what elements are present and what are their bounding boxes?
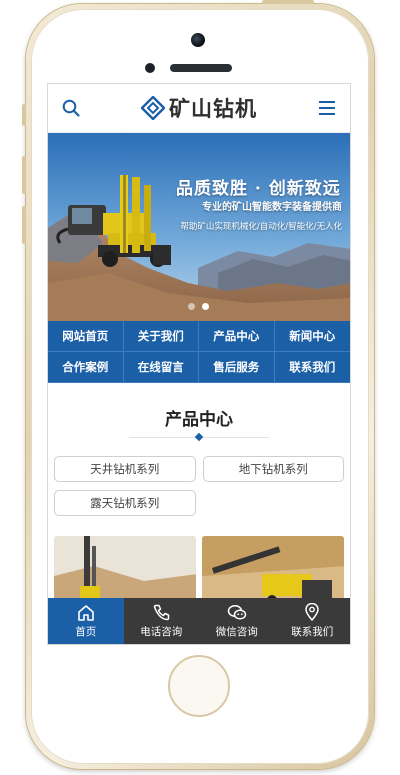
tab-home[interactable]: 首页 [48, 598, 124, 644]
bottom-tab-bar: 首页 电话咨询 微信咨询 联系我们 [48, 598, 350, 644]
section-divider [129, 432, 269, 442]
product-image [202, 536, 344, 606]
hero-banner[interactable]: 品质致胜 · 创新致远 专业的矿山智能数字装备提供商 帮助矿山实现机械化/自动化… [48, 133, 350, 321]
tab-label: 联系我们 [291, 626, 334, 638]
banner-tagline: 品质致胜 · 创新致远 [176, 179, 341, 199]
nav-item-home[interactable]: 网站首页 [48, 321, 124, 352]
category-underground[interactable]: 地下钻机系列 [202, 456, 344, 482]
product-card[interactable] [202, 536, 344, 606]
nav-item-cases[interactable]: 合作案例 [48, 352, 124, 383]
phone-screen: 矿山钻机 品质致胜 · 创新致远 专业的矿山智能数字装备提供商 帮助矿山实现机械… [47, 83, 351, 645]
product-image [54, 536, 196, 606]
logo-mark-icon [141, 96, 165, 120]
volume-down-button [22, 206, 26, 244]
section-title: 产品中心 [165, 410, 233, 430]
phone-icon [153, 604, 169, 620]
home-button[interactable] [168, 655, 230, 717]
volume-up-button [22, 156, 26, 194]
tab-contact[interactable]: 联系我们 [275, 598, 351, 644]
mute-switch [22, 104, 26, 126]
carousel-dots [188, 303, 209, 310]
tab-wechat[interactable]: 微信咨询 [199, 598, 275, 644]
home-icon [77, 604, 94, 621]
hamburger-menu-icon[interactable] [316, 97, 338, 119]
product-list [48, 516, 350, 606]
tab-label: 电话咨询 [140, 625, 183, 638]
proximity-sensor [145, 63, 155, 73]
location-pin-icon [305, 603, 320, 621]
category-surface[interactable]: 露天钻机系列 [54, 490, 196, 516]
carousel-dot-active[interactable] [202, 303, 209, 310]
tab-phone[interactable]: 电话咨询 [124, 598, 200, 644]
power-button [262, 0, 314, 4]
nav-item-products[interactable]: 产品中心 [199, 321, 275, 352]
banner-description: 帮助矿山实现机械化/自动化/智能化/无人化 [180, 222, 342, 232]
nav-item-about[interactable]: 关于我们 [123, 321, 199, 352]
nav-item-message[interactable]: 在线留言 [123, 352, 199, 383]
tab-label: 首页 [75, 625, 97, 638]
front-camera [191, 33, 205, 47]
site-header: 矿山钻机 [48, 84, 350, 133]
site-logo[interactable]: 矿山钻机 [141, 93, 257, 123]
category-raise-boring[interactable]: 天井钻机系列 [54, 456, 196, 482]
wechat-icon [227, 604, 246, 620]
category-list: 天井钻机系列 地下钻机系列 露天钻机系列 [48, 438, 350, 516]
carousel-dot[interactable] [188, 303, 195, 310]
earpiece-speaker [170, 64, 232, 72]
product-card[interactable] [54, 536, 196, 606]
nav-item-service[interactable]: 售后服务 [199, 352, 275, 383]
nav-item-contact[interactable]: 联系我们 [274, 352, 350, 383]
tab-label: 微信咨询 [215, 625, 258, 638]
main-nav: 网站首页 关于我们 产品中心 新闻中心 合作案例 在线留言 售后服务 联系我们 [48, 321, 350, 383]
logo-text: 矿山钻机 [169, 96, 257, 121]
search-icon[interactable] [60, 97, 82, 119]
nav-item-news[interactable]: 新闻中心 [274, 321, 350, 352]
banner-subtitle: 专业的矿山智能数字装备提供商 [202, 202, 342, 213]
